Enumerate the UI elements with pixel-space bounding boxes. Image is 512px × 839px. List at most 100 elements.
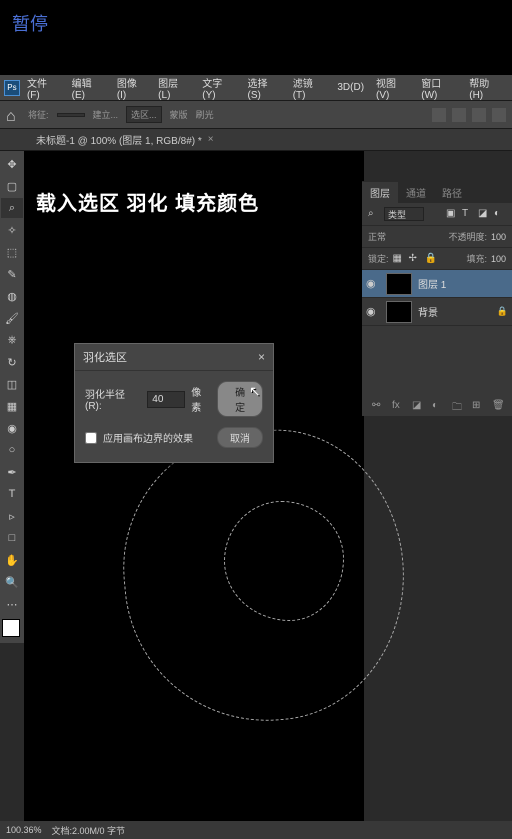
app-logo-icon: Ps [4, 80, 20, 96]
blur-tool[interactable]: ◉ [1, 418, 23, 438]
link-layers-icon[interactable]: ⚯ [372, 400, 386, 412]
feather-radius-label: 羽化半径(R): [85, 386, 141, 412]
new-layer-icon[interactable]: ⊞ [472, 400, 486, 412]
opt-icon-2[interactable] [452, 108, 466, 122]
menu-help[interactable]: 帮助(H) [464, 73, 508, 103]
blend-mode-dropdown[interactable]: 正常 [368, 230, 386, 243]
options-bar: ⌂ 将征: 建立... 选区... 蒙版 刷光 [0, 101, 512, 129]
stamp-tool[interactable]: ⎈ [1, 330, 23, 350]
visibility-icon[interactable]: ◉ [366, 277, 380, 290]
zoom-level[interactable]: 100.36% [6, 825, 42, 835]
ok-button[interactable]: 确定 [217, 381, 263, 417]
lock-row: 锁定: ▦ ✢ 🔒 填充: 100 [362, 248, 512, 270]
close-icon[interactable]: × [208, 134, 214, 145]
menu-layer[interactable]: 图层(L) [153, 73, 195, 103]
blend-row: 正常 不透明度: 100 [362, 226, 512, 248]
canvas-headline-text: 载入选区 羽化 填充颜色 [36, 187, 259, 216]
zoom-tool[interactable]: 🔍 [1, 572, 23, 592]
healing-tool[interactable]: ◍ [1, 286, 23, 306]
cancel-button[interactable]: 取消 [217, 427, 263, 448]
move-tool[interactable]: ✥ [1, 154, 23, 174]
filter-adjust-icon[interactable]: ◐ [494, 208, 506, 220]
dialog-close-icon[interactable]: × [258, 350, 265, 364]
layer-thumbnail[interactable] [386, 301, 412, 323]
lock-pixels-icon[interactable]: ▦ [393, 253, 405, 265]
layer-item[interactable]: ◉ 背景 🔒 [362, 298, 512, 326]
menu-view[interactable]: 视图(V) [371, 73, 414, 103]
feather-radius-input[interactable] [147, 391, 185, 408]
tab-paths[interactable]: 路径 [434, 182, 470, 203]
brush-tool[interactable]: 🖌 [1, 308, 23, 328]
layer-thumbnail[interactable] [386, 273, 412, 295]
path-tool[interactable]: ▹ [1, 506, 23, 526]
hand-tool[interactable]: ✋ [1, 550, 23, 570]
history-brush-tool[interactable]: ↻ [1, 352, 23, 372]
adjustment-layer-icon[interactable]: ◐ [432, 400, 446, 412]
visibility-icon[interactable]: ◉ [366, 305, 380, 318]
menu-edit[interactable]: 编辑(E) [67, 73, 110, 103]
lock-label: 锁定: [368, 252, 389, 265]
canvas-bounds-checkbox[interactable] [85, 432, 97, 444]
wand-tool[interactable]: ✧ [1, 220, 23, 240]
preset-field[interactable] [57, 113, 85, 117]
opt-icon-4[interactable] [492, 108, 506, 122]
anti-label: 刷光 [196, 108, 214, 121]
menu-file[interactable]: 文件(F) [22, 73, 65, 103]
menu-type[interactable]: 文字(Y) [197, 73, 240, 103]
eyedropper-tool[interactable]: ✎ [1, 264, 23, 284]
group-icon[interactable]: 🗀 [452, 400, 466, 412]
document-tab[interactable]: 未标题-1 @ 100% (图层 1, RGB/8#) * × [28, 130, 222, 149]
menu-window[interactable]: 窗口(W) [416, 73, 462, 103]
layers-panel-footer: ⚯ fx ◪ ◐ 🗀 ⊞ 🗑 [362, 396, 512, 416]
layer-style-icon[interactable]: fx [392, 400, 406, 412]
layer-name[interactable]: 图层 1 [418, 276, 446, 291]
menu-filter[interactable]: 滤镜(T) [288, 73, 331, 103]
eraser-tool[interactable]: ◫ [1, 374, 23, 394]
panel-tabs: 图层 通道 路径 [362, 181, 512, 203]
dialog-title: 羽化选区 [83, 349, 127, 365]
shape-tool[interactable]: □ [1, 528, 23, 548]
smooth-label: 蒙版 [170, 108, 188, 121]
layer-mask-icon[interactable]: ◪ [412, 400, 426, 412]
menu-select[interactable]: 选择(S) [243, 73, 286, 103]
layer-filter-input[interactable] [384, 207, 424, 221]
lasso-tool[interactable]: ⌕ [1, 198, 23, 218]
marquee-tool[interactable]: ▢ [1, 176, 23, 196]
menu-3d[interactable]: 3D(D) [332, 80, 369, 95]
layer-filter-row: ⌕ ▣ T ◪ ◐ [362, 203, 512, 226]
opacity-label: 不透明度: [448, 230, 487, 243]
filter-text-icon[interactable]: T [462, 208, 474, 220]
edit-toolbar[interactable]: ⋯ [1, 594, 23, 614]
menu-image[interactable]: 图像(I) [112, 73, 151, 103]
filter-shape-icon[interactable]: ◪ [478, 208, 490, 220]
opacity-value[interactable]: 100 [491, 232, 506, 242]
delete-layer-icon[interactable]: 🗑 [492, 400, 506, 412]
tab-layers[interactable]: 图层 [362, 182, 398, 203]
pen-tool[interactable]: ✒ [1, 462, 23, 482]
document-canvas[interactable]: 载入选区 羽化 填充颜色 [24, 151, 364, 831]
opt-icon-3[interactable] [472, 108, 486, 122]
opt-icon-1[interactable] [432, 108, 446, 122]
tab-channels[interactable]: 通道 [398, 182, 434, 203]
app-window: Ps 文件(F) 编辑(E) 图像(I) 图层(L) 文字(Y) 选择(S) 滤… [0, 75, 512, 839]
color-swatch[interactable] [2, 619, 20, 637]
search-icon[interactable]: ⌕ [368, 208, 380, 220]
crop-tool[interactable]: ⬚ [1, 242, 23, 262]
doc-info[interactable]: 文档:2.00M/0 字节 [52, 824, 126, 837]
home-icon[interactable]: ⌂ [6, 108, 20, 122]
lock-all-icon[interactable]: 🔒 [425, 253, 437, 265]
toolbox: ✥ ▢ ⌕ ✧ ⬚ ✎ ◍ 🖌 ⎈ ↻ ◫ ▦ ◉ ○ ✒ T ▹ □ ✋ 🔍 … [0, 151, 24, 643]
gradient-tool[interactable]: ▦ [1, 396, 23, 416]
layer-name[interactable]: 背景 [418, 304, 438, 319]
status-bar: 100.36% 文档:2.00M/0 字节 [0, 821, 512, 839]
dialog-titlebar[interactable]: 羽化选区 × [75, 344, 273, 371]
menu-bar: Ps 文件(F) 编辑(E) 图像(I) 图层(L) 文字(Y) 选择(S) 滤… [0, 75, 512, 101]
fill-value[interactable]: 100 [491, 254, 506, 264]
lock-position-icon[interactable]: ✢ [409, 253, 421, 265]
dodge-tool[interactable]: ○ [1, 440, 23, 460]
filter-type-icon[interactable]: ▣ [446, 208, 458, 220]
feather-dialog: 羽化选区 × 羽化半径(R): 像素 确定 应用画布边界的效果 取消 [74, 343, 274, 463]
type-tool[interactable]: T [1, 484, 23, 504]
layer-item[interactable]: ◉ 图层 1 [362, 270, 512, 298]
mode-field[interactable]: 选区... [126, 106, 162, 123]
